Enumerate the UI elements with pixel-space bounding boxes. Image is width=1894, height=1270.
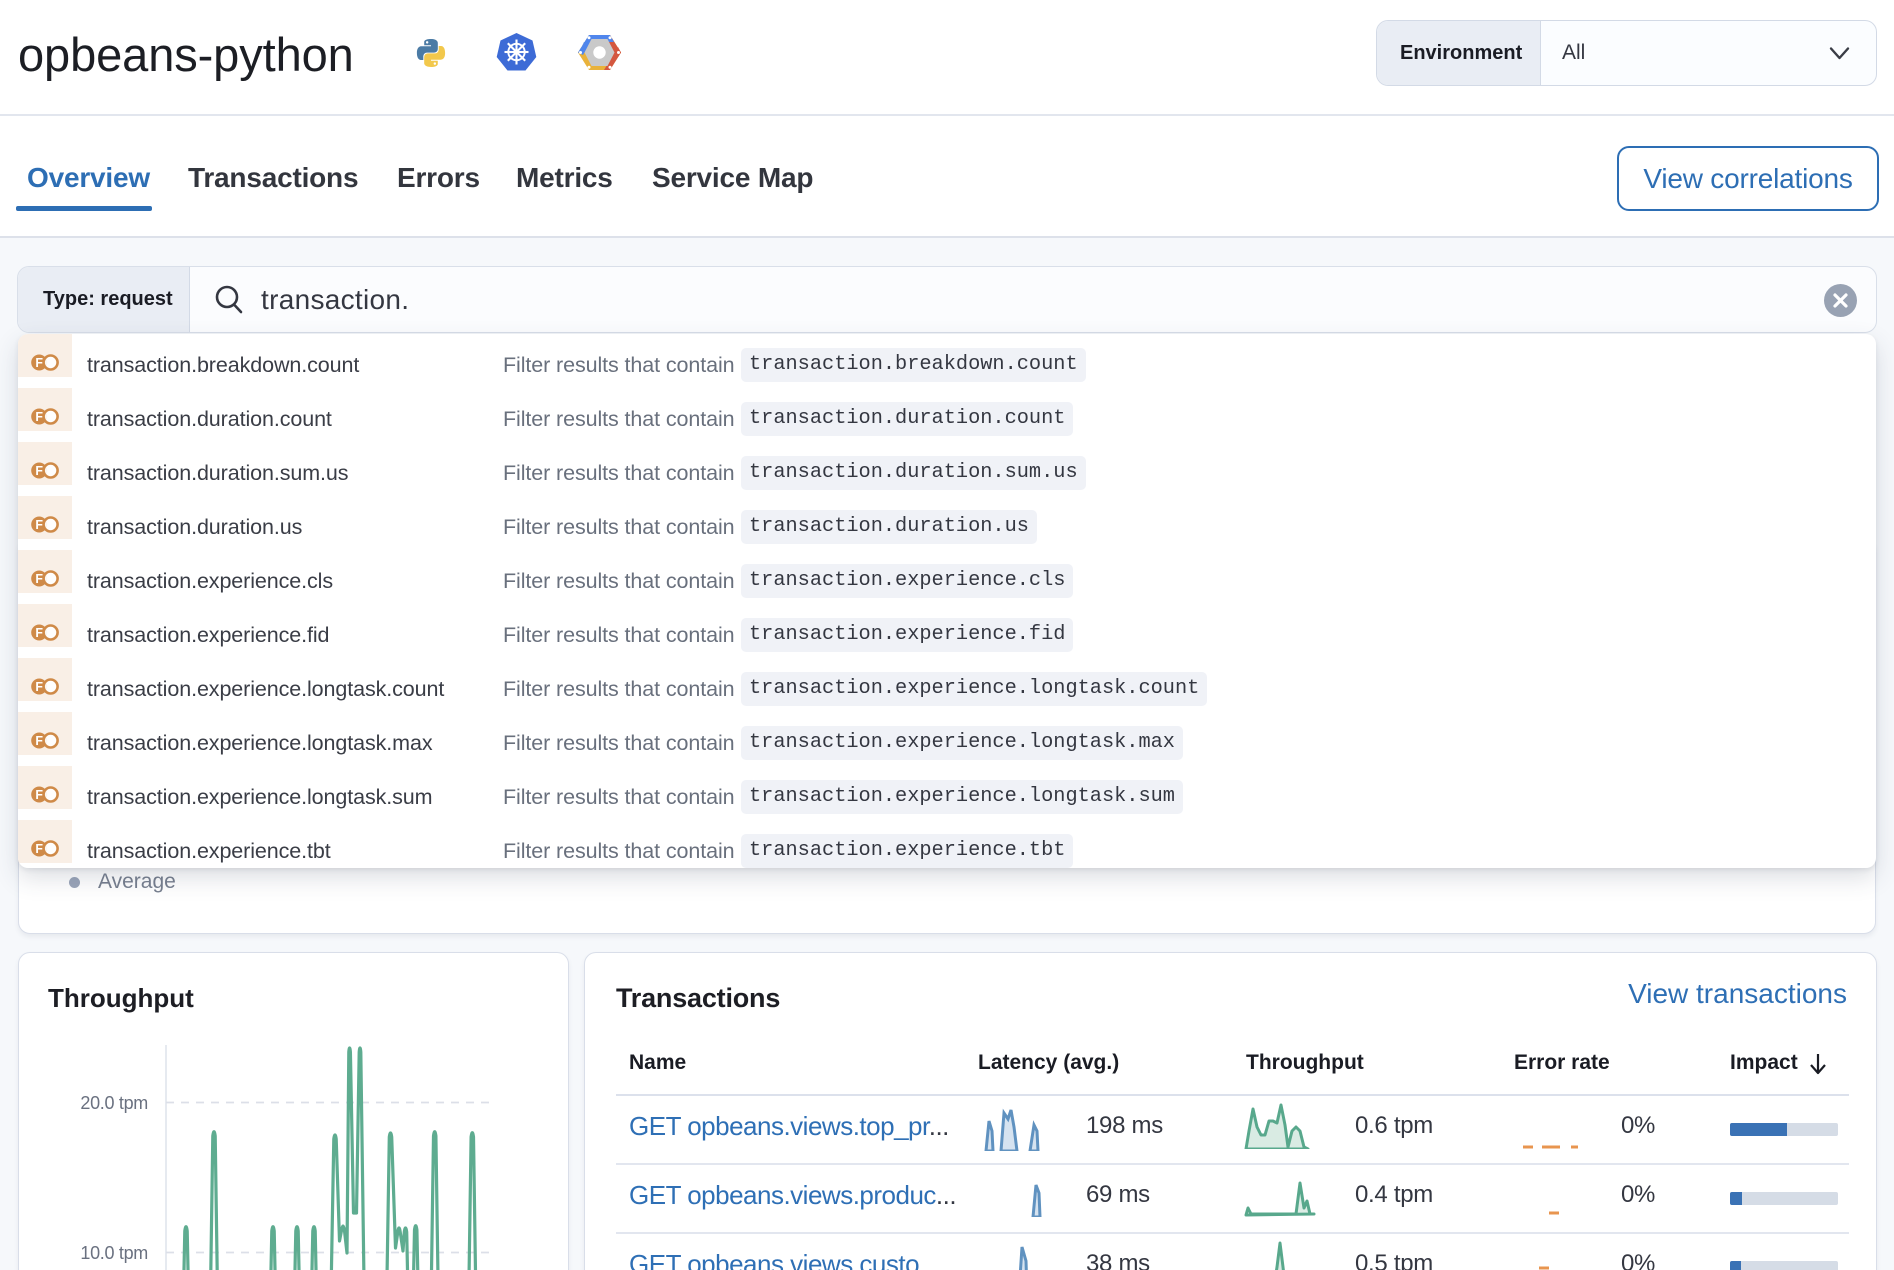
svg-text:20.0 tpm: 20.0 tpm xyxy=(80,1093,148,1113)
svg-text:10.0 tpm: 10.0 tpm xyxy=(80,1243,148,1263)
svg-text:F: F xyxy=(35,626,43,640)
svg-text:F: F xyxy=(35,410,43,424)
svg-text:F: F xyxy=(35,680,43,694)
svg-text:F: F xyxy=(35,734,43,748)
svg-text:F: F xyxy=(35,356,43,370)
svg-text:F: F xyxy=(35,464,43,478)
svg-text:F: F xyxy=(35,788,43,802)
svg-text:F: F xyxy=(35,518,43,532)
svg-text:F: F xyxy=(35,842,43,856)
svg-text:F: F xyxy=(35,572,43,586)
